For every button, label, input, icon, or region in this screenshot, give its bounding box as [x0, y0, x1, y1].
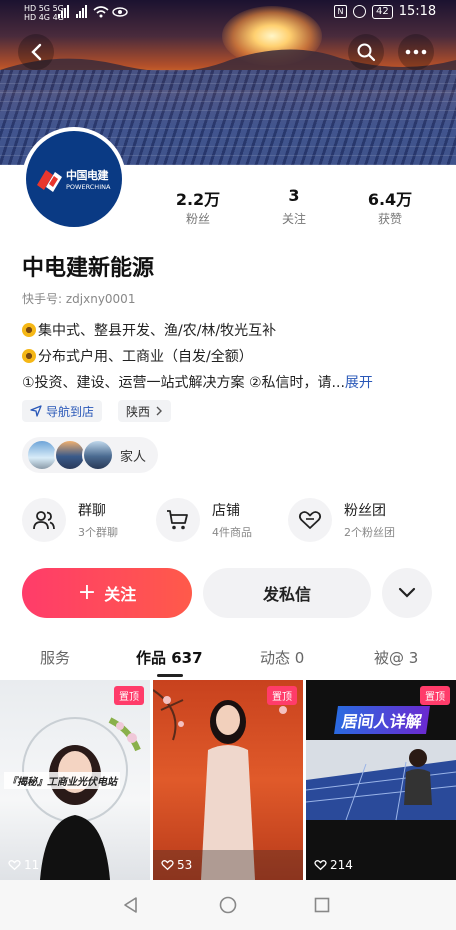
stat-following-label: 关注: [281, 212, 306, 226]
fans-label: 家人: [120, 450, 147, 465]
signal-wifi-icons: [58, 5, 128, 22]
navigation-arrow-icon: [30, 405, 42, 417]
service-subtitle: 4件商品: [212, 526, 252, 539]
search-button[interactable]: [348, 34, 384, 70]
tab-indicator: [157, 674, 183, 677]
stat-fans-value[interactable]: 2.2万: [158, 186, 238, 210]
service-title: 店铺: [212, 503, 240, 519]
chevron-down-icon: [398, 587, 416, 598]
video-likes: 214: [314, 858, 353, 872]
tab-works[interactable]: 作品 637: [136, 647, 203, 668]
follow-button[interactable]: + 关注: [22, 568, 192, 618]
tab-services[interactable]: 服务: [40, 647, 70, 668]
service-subtitle: 2个粉丝团: [344, 526, 395, 539]
heart-icon: [314, 860, 327, 871]
video-tile[interactable]: 『揭秘』工商业光伏电站 置顶 11: [0, 680, 150, 880]
avatar[interactable]: 中国电建 POWERCHINA: [26, 131, 122, 227]
stat-fans-label: 粉丝: [185, 212, 210, 226]
heart-outline-icon: [288, 498, 332, 542]
fan-avatar: [82, 439, 114, 471]
tab-mentions[interactable]: 被@ 3: [374, 647, 418, 668]
expand-bio-link[interactable]: 展开: [345, 375, 373, 391]
send-message-button[interactable]: 发私信: [203, 568, 371, 618]
video-caption: 居间人详解: [334, 706, 430, 734]
video-tile[interactable]: 居间人详解 置顶 214: [306, 680, 456, 880]
expand-recommend-button[interactable]: [382, 568, 432, 618]
sunflower-icon: [22, 349, 36, 363]
search-icon: [357, 43, 376, 62]
tab-moments[interactable]: 动态 0: [260, 647, 304, 668]
service-fan-club[interactable]: 粉丝团 2个粉丝团: [288, 498, 395, 542]
battery-icon: 42: [372, 4, 393, 19]
more-options-button[interactable]: [398, 34, 434, 70]
pinned-badge: 置顶: [114, 686, 144, 705]
back-button[interactable]: [18, 34, 54, 70]
service-group-chat[interactable]: 群聊 3个群聊: [22, 498, 118, 542]
video-tile[interactable]: 置顶 53: [153, 680, 303, 880]
nfc-icon: N: [334, 5, 347, 18]
stat-following-value[interactable]: 3: [254, 186, 334, 205]
navigate-to-store-chip[interactable]: 导航到店: [22, 400, 103, 422]
service-subtitle: 3个群聊: [78, 526, 118, 539]
system-navigation-bar: [0, 880, 456, 930]
video-likes: 53: [161, 858, 192, 872]
nav-back-icon[interactable]: [122, 896, 140, 914]
nav-recents-icon[interactable]: [314, 897, 330, 913]
video-caption: 『揭秘』工商业光伏电站: [4, 772, 120, 789]
heart-icon: [161, 860, 174, 871]
stat-likes-label: 获赞: [377, 212, 402, 226]
profile-name: 中电建新能源: [22, 256, 155, 281]
more-dots-icon: [405, 49, 427, 55]
nav-home-icon[interactable]: [219, 896, 237, 914]
heart-icon: [8, 860, 21, 871]
plus-icon: +: [77, 580, 97, 605]
back-arrow-icon: [31, 43, 42, 61]
service-title: 粉丝团: [344, 503, 386, 519]
bio-line-1: 集中式、整县开发、渔/农/林/牧光互补: [22, 320, 276, 340]
bio-line-3: ①投资、建设、运营一站式解决方案 ②私信时，请...展开: [22, 375, 373, 391]
logo-cn-text: 中国电建: [66, 169, 109, 182]
stat-likes-value[interactable]: 6.4万: [350, 186, 430, 210]
sunflower-icon: [22, 323, 36, 337]
kuaishou-id[interactable]: 快手号: zdjxny0001: [22, 290, 135, 307]
powerchina-logo-icon: [37, 170, 62, 192]
logo-en-text: POWERCHINA: [66, 183, 111, 191]
pinned-badge: 置顶: [267, 686, 297, 705]
group-chat-icon: [22, 498, 66, 542]
pinned-badge: 置顶: [420, 686, 450, 705]
bio-line-2: 分布式户用、工商业（自发/全额）: [22, 346, 253, 366]
service-title: 群聊: [78, 503, 106, 519]
chevron-right-icon: [156, 406, 163, 416]
alarm-icon: [353, 5, 366, 18]
clock: 15:18: [398, 4, 437, 19]
video-likes: 11: [8, 858, 39, 872]
region-chip[interactable]: 陕西: [118, 400, 172, 422]
video-thumbnail: [153, 689, 303, 880]
cart-icon: [156, 498, 200, 542]
status-right: N 42 15:18: [334, 4, 436, 19]
fans-group-pill[interactable]: 家人: [22, 437, 158, 473]
service-shop[interactable]: 店铺 4件商品: [156, 498, 252, 542]
